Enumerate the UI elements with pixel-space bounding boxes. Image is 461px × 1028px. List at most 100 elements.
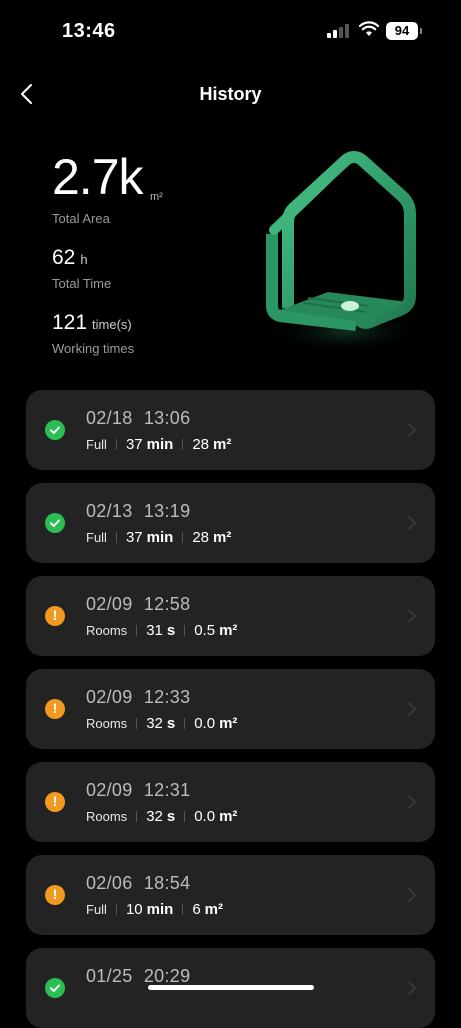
area-unit: m²: [219, 808, 238, 825]
warning-exclamation-icon: !: [45, 792, 65, 812]
divider: [182, 904, 184, 915]
total-area-value: 2.7k: [52, 149, 144, 205]
duration-value: 32: [146, 715, 163, 732]
chevron-right-icon: [408, 795, 417, 809]
total-time-stat: 62 h: [52, 246, 88, 270]
area-value: 6: [192, 901, 201, 918]
history-record-card[interactable]: ! 02/09 12:31 Rooms 32 s 0.0 m²: [26, 762, 435, 842]
duration-unit: s: [166, 715, 176, 732]
total-area-stat: 2.7k m²: [52, 148, 163, 206]
working-times-label: Working times: [52, 341, 135, 356]
record-date: 02/09: [86, 594, 133, 614]
area-unit: m²: [219, 715, 238, 732]
duration-value: 37: [125, 529, 143, 546]
status-time: 13:46: [62, 20, 116, 42]
divider: [182, 439, 184, 450]
chevron-right-icon: [408, 702, 417, 716]
page-title: History: [199, 84, 262, 104]
record-details: Rooms 32 s 0.0 m²: [86, 715, 237, 732]
area-value: 0.0: [194, 715, 216, 732]
chevron-right-icon: [408, 423, 417, 437]
cleaning-mode: Rooms: [86, 716, 128, 731]
duration-value: 10: [125, 901, 143, 918]
duration-value: 37: [125, 436, 143, 453]
record-time: 12:58: [143, 594, 191, 614]
record-datetime: 02/13 13:19: [86, 501, 190, 522]
warning-exclamation-icon: !: [45, 699, 65, 719]
record-time: 13:06: [143, 408, 191, 428]
record-datetime: 01/25 20:29: [86, 966, 190, 987]
divider: [184, 625, 186, 636]
divider: [136, 718, 138, 729]
record-time: 18:54: [143, 873, 191, 893]
cleaning-mode: Full: [86, 902, 107, 917]
cellular-signal-icon: [327, 24, 351, 38]
duration-unit: s: [166, 808, 176, 825]
nav-bar: History: [0, 78, 461, 112]
home-indicator[interactable]: [148, 985, 314, 990]
history-record-card[interactable]: 02/18 13:06 Full 37 min 28 m²: [26, 390, 435, 470]
record-datetime: 02/18 13:06: [86, 408, 190, 429]
divider: [115, 439, 117, 450]
cleaning-mode: Rooms: [86, 809, 128, 824]
history-record-card[interactable]: ! 02/06 18:54 Full 10 min 6 m²: [26, 855, 435, 935]
warning-exclamation-icon: !: [45, 885, 65, 905]
history-record-card[interactable]: ! 02/09 12:33 Rooms 32 s 0.0 m²: [26, 669, 435, 749]
divider: [136, 625, 138, 636]
record-date: 02/09: [86, 780, 133, 800]
area-value: 28: [192, 436, 209, 453]
cleaning-mode: Rooms: [86, 623, 128, 638]
area-value: 28: [192, 529, 209, 546]
working-times-stat: 121 time(s): [52, 311, 132, 335]
chevron-right-icon: [408, 888, 417, 902]
chevron-right-icon: [408, 981, 417, 995]
history-record-card[interactable]: 02/13 13:19 Full 37 min 28 m²: [26, 483, 435, 563]
record-details: Rooms 32 s 0.0 m²: [86, 808, 237, 825]
working-times-value: 121: [52, 311, 88, 334]
record-datetime: 02/09 12:31: [86, 780, 190, 801]
divider: [184, 811, 186, 822]
area-unit: m²: [219, 622, 238, 639]
duration-unit: min: [146, 901, 174, 918]
battery-indicator: 94: [386, 22, 422, 40]
divider: [182, 532, 184, 543]
total-time-value: 62: [52, 246, 76, 269]
area-unit: m²: [204, 901, 223, 918]
divider: [115, 532, 117, 543]
total-time-label: Total Time: [52, 276, 112, 291]
cleaning-mode: Full: [86, 437, 107, 452]
record-details: Full 37 min 28 m²: [86, 529, 231, 546]
record-date: 02/13: [86, 501, 133, 521]
divider: [136, 811, 138, 822]
divider: [115, 904, 117, 915]
duration-unit: min: [146, 529, 174, 546]
record-datetime: 02/09 12:33: [86, 687, 190, 708]
success-check-icon: [45, 513, 65, 533]
success-check-icon: [45, 420, 65, 440]
record-date: 02/06: [86, 873, 133, 893]
cleaning-mode: Full: [86, 530, 107, 545]
warning-exclamation-icon: !: [45, 606, 65, 626]
total-area-label: Total Area: [52, 211, 110, 226]
record-time: 20:29: [143, 966, 191, 986]
record-datetime: 02/06 18:54: [86, 873, 190, 894]
status-bar: 13:46 94: [0, 0, 461, 60]
record-time: 12:31: [143, 780, 191, 800]
divider: [184, 718, 186, 729]
record-time: 13:19: [143, 501, 191, 521]
robot-base-station-illustration: [266, 151, 426, 354]
area-unit: m²: [213, 529, 232, 546]
history-record-card[interactable]: ! 02/09 12:58 Rooms 31 s 0.5 m²: [26, 576, 435, 656]
total-time-unit: h: [80, 252, 88, 267]
duration-value: 31: [146, 622, 163, 639]
record-details: Full 37 min 28 m²: [86, 436, 231, 453]
chevron-right-icon: [408, 609, 417, 623]
record-datetime: 02/09 12:58: [86, 594, 190, 615]
record-details: Full 10 min 6 m²: [86, 901, 223, 918]
record-date: 02/09: [86, 687, 133, 707]
record-date: 02/18: [86, 408, 133, 428]
record-time: 12:33: [143, 687, 191, 707]
working-times-unit: time(s): [92, 317, 132, 332]
record-details: Rooms 31 s 0.5 m²: [86, 622, 237, 639]
duration-unit: min: [146, 436, 174, 453]
